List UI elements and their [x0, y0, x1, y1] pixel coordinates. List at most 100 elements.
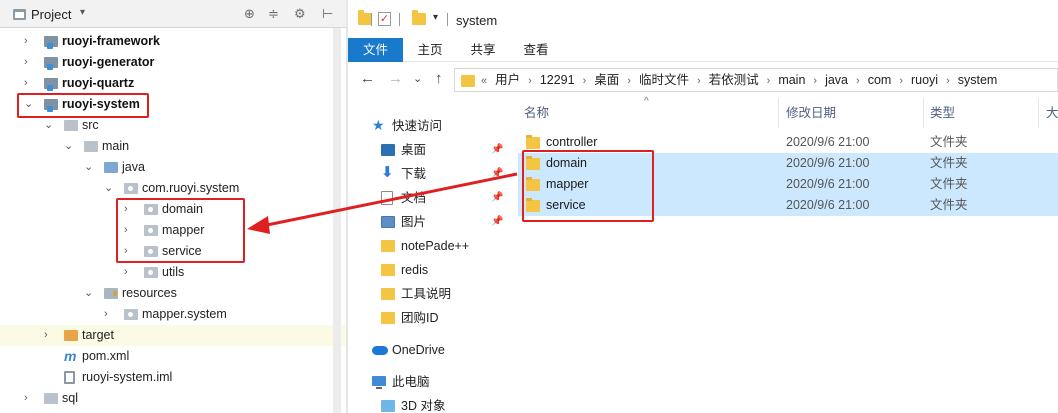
chevron-down-icon[interactable]: ▾ — [80, 7, 85, 18]
pin-icon[interactable]: 📌 — [491, 138, 503, 162]
nav-item-0[interactable]: ★ 快速访问 — [348, 114, 510, 138]
chevron-right-icon[interactable]: › — [24, 31, 28, 52]
tree-item-service[interactable]: › service — [0, 241, 346, 262]
chevron-down-icon[interactable]: ⌄ — [24, 94, 33, 115]
tree-item-ruoyi-system-iml[interactable]: ruoyi-system.iml — [0, 367, 346, 388]
column-separator[interactable] — [778, 98, 779, 128]
chevron-down-icon[interactable]: ⌄ — [44, 115, 53, 136]
breadcrumb-separator-icon[interactable]: › — [946, 75, 950, 87]
nav-item-10[interactable]: 此电脑 — [348, 370, 510, 394]
column-size[interactable]: 大 — [1046, 98, 1058, 128]
tree-item-domain[interactable]: › domain — [0, 199, 346, 220]
tree-item-main[interactable]: ⌄ main — [0, 136, 346, 157]
nav-item-8[interactable]: 团购ID — [348, 306, 510, 330]
up-arrow-icon[interactable]: ↑ — [435, 71, 443, 87]
back-arrow-icon[interactable]: ← — [360, 71, 375, 87]
file-row[interactable]: domain 2020/9/6 21:00 文件夹 — [518, 153, 1058, 174]
chevron-down-icon[interactable]: ⌄ — [104, 178, 113, 199]
tree-item-ruoyi-system[interactable]: ⌄ ruoyi-system — [0, 94, 346, 115]
recent-locations-icon[interactable]: ⌄ — [413, 71, 422, 87]
column-separator[interactable] — [923, 98, 924, 128]
locate-icon[interactable]: ⊕ — [244, 6, 255, 22]
nav-item-9[interactable]: OneDrive — [348, 338, 510, 362]
breadcrumb-item[interactable]: 若依测试 — [709, 73, 759, 87]
nav-item-4[interactable]: 图片 📌 — [348, 210, 510, 234]
nav-item-7[interactable]: 工具说明 — [348, 282, 510, 306]
tab-view[interactable]: 查看 — [514, 38, 558, 62]
breadcrumb-separator-icon[interactable]: › — [697, 75, 701, 87]
column-name[interactable]: 名称 — [524, 98, 549, 128]
tab-share[interactable]: 共享 — [461, 38, 505, 62]
chevron-down-icon[interactable]: ⌄ — [64, 136, 73, 157]
tree-item-utils[interactable]: › utils — [0, 262, 346, 283]
tree-item-resources[interactable]: ⌄ resources — [0, 283, 346, 304]
breadcrumb-item[interactable]: 临时文件 — [639, 73, 689, 87]
pin-icon[interactable]: 📌 — [491, 210, 503, 234]
chevron-right-icon[interactable]: › — [124, 262, 128, 283]
hide-panel-icon[interactable]: ⊢ — [322, 6, 333, 22]
tree-item-src[interactable]: ⌄ src — [0, 115, 346, 136]
breadcrumb-separator-icon[interactable]: › — [899, 75, 903, 87]
nav-item-3[interactable]: 文档 📌 — [348, 186, 510, 210]
breadcrumb-overflow-icon[interactable]: « — [481, 75, 487, 87]
folder-icon[interactable] — [358, 10, 372, 25]
column-separator[interactable] — [1038, 98, 1039, 128]
pin-icon[interactable]: 📌 — [491, 186, 503, 210]
chevron-right-icon[interactable]: › — [24, 73, 28, 94]
file-row[interactable]: mapper 2020/9/6 21:00 文件夹 — [518, 174, 1058, 195]
tree-item-ruoyi-generator[interactable]: › ruoyi-generator — [0, 52, 346, 73]
address-bar[interactable]: « 用户 › 12291 › 桌面 › 临时文件 › 若依测试 › main › java › com › ruo… — [454, 68, 1058, 92]
column-modified[interactable]: 修改日期 — [786, 98, 836, 128]
breadcrumb-item[interactable]: ruoyi — [911, 73, 938, 87]
chevron-right-icon[interactable]: › — [124, 199, 128, 220]
tree-item-ruoyi-quartz[interactable]: › ruoyi-quartz — [0, 73, 346, 94]
tree-item-sql[interactable]: › sql — [0, 388, 346, 409]
tree-item-java[interactable]: ⌄ java — [0, 157, 346, 178]
tree-item-pom-xml[interactable]: m pom.xml — [0, 346, 346, 367]
chevron-right-icon[interactable]: › — [44, 325, 48, 346]
chevron-right-icon[interactable]: › — [24, 388, 28, 409]
chevron-right-icon[interactable]: › — [104, 304, 108, 325]
properties-check-icon[interactable]: ✓ — [378, 12, 391, 26]
breadcrumb-separator-icon[interactable]: › — [528, 75, 532, 87]
breadcrumb-item[interactable]: java — [825, 73, 848, 87]
breadcrumb-item[interactable]: com — [868, 73, 892, 87]
breadcrumb-item[interactable]: 用户 — [495, 73, 520, 87]
tree-item-target[interactable]: › target — [0, 325, 346, 346]
chevron-down-icon[interactable]: ⌄ — [84, 157, 93, 178]
nav-item-2[interactable]: ⬇ 下载 📌 — [348, 162, 510, 186]
new-folder-icon[interactable] — [412, 10, 426, 25]
collapse-all-icon[interactable]: ≑ — [268, 6, 279, 22]
tree-scrollbar[interactable] — [333, 28, 341, 413]
breadcrumb-separator-icon[interactable]: › — [583, 75, 587, 87]
gear-icon[interactable]: ⚙ — [294, 6, 306, 22]
customize-dropdown-icon[interactable]: ▾ — [433, 12, 438, 23]
chevron-down-icon[interactable]: ⌄ — [84, 283, 93, 304]
breadcrumb-item[interactable]: system — [958, 73, 998, 87]
nav-item-5[interactable]: notePade++ — [348, 234, 510, 258]
nav-item-1[interactable]: 桌面 📌 — [348, 138, 510, 162]
tree-item-mapper-system[interactable]: › mapper.system — [0, 304, 346, 325]
breadcrumb-separator-icon[interactable]: › — [767, 75, 771, 87]
nav-item-11[interactable]: 3D 对象 — [348, 394, 510, 413]
tab-file[interactable]: 文件 — [348, 38, 403, 62]
tab-home[interactable]: 主页 — [408, 38, 452, 62]
tree-item-ruoyi-framework[interactable]: › ruoyi-framework — [0, 31, 346, 52]
pin-icon[interactable]: 📌 — [491, 162, 503, 186]
breadcrumb-separator-icon[interactable]: › — [627, 75, 631, 87]
chevron-right-icon[interactable]: › — [124, 241, 128, 262]
breadcrumb-item[interactable]: 桌面 — [594, 73, 619, 87]
breadcrumb-item[interactable]: 12291 — [540, 73, 575, 87]
tree-item-com-ruoyi-system[interactable]: ⌄ com.ruoyi.system — [0, 178, 346, 199]
breadcrumb-separator-icon[interactable]: › — [856, 75, 860, 87]
project-panel-title[interactable]: Project — [31, 7, 71, 22]
chevron-right-icon[interactable]: › — [24, 52, 28, 73]
tree-item-mapper[interactable]: › mapper — [0, 220, 346, 241]
breadcrumb-separator-icon[interactable]: › — [813, 75, 817, 87]
chevron-right-icon[interactable]: › — [124, 220, 128, 241]
file-row[interactable]: controller 2020/9/6 21:00 文件夹 — [518, 132, 1058, 153]
breadcrumb-item[interactable]: main — [778, 73, 805, 87]
file-row[interactable]: service 2020/9/6 21:00 文件夹 — [518, 195, 1058, 216]
column-type[interactable]: 类型 — [930, 98, 955, 128]
nav-item-6[interactable]: redis — [348, 258, 510, 282]
